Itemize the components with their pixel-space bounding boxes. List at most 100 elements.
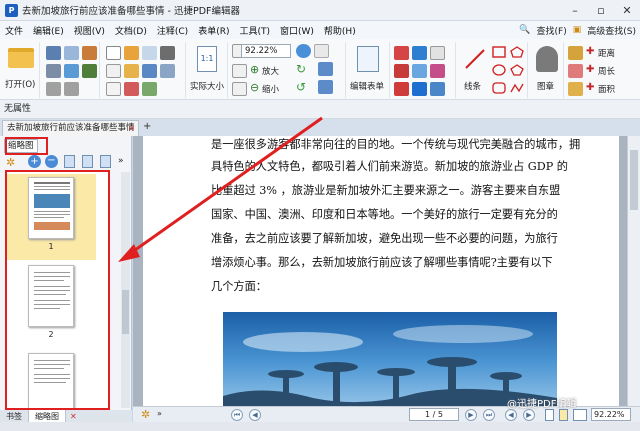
menu-edit[interactable]: 编辑(E) xyxy=(28,24,69,37)
menu-help[interactable]: 帮助(H) xyxy=(319,24,361,37)
zoom-in-icon[interactable] xyxy=(296,44,311,58)
note-icon[interactable] xyxy=(412,64,427,78)
export-icon[interactable] xyxy=(82,64,97,78)
attach-file-icon[interactable] xyxy=(430,64,445,78)
settings-icon[interactable]: ✲ xyxy=(141,408,150,421)
zoom-status-select[interactable]: 92.22% xyxy=(591,408,631,421)
new-doc-icon[interactable] xyxy=(82,46,97,60)
save-as-icon[interactable] xyxy=(64,46,79,60)
advanced-find-button[interactable]: 高级查找(S) xyxy=(587,24,636,37)
actual-size-icon[interactable]: 1:1 xyxy=(197,46,217,72)
edit-form-icon[interactable] xyxy=(357,46,379,72)
pencil-icon[interactable] xyxy=(568,46,583,60)
actual-size-button[interactable]: 实际大小 xyxy=(190,80,224,92)
more-icon[interactable]: » xyxy=(118,156,124,166)
menu-file[interactable]: 文件 xyxy=(0,24,28,37)
expand-icon[interactable]: » xyxy=(157,409,162,418)
extract-page-icon[interactable] xyxy=(82,155,93,168)
camera-icon[interactable] xyxy=(160,46,175,60)
find-button[interactable]: 查找(F) xyxy=(537,24,567,37)
select-object-icon[interactable] xyxy=(142,64,157,78)
rotate-left-icon[interactable]: ↺ xyxy=(296,80,306,94)
menu-tools[interactable]: 工具(T) xyxy=(234,24,275,37)
strikeout-icon[interactable] xyxy=(412,82,427,96)
zoom-select[interactable]: 92.22% xyxy=(241,44,291,58)
text-box-icon[interactable] xyxy=(412,46,427,60)
rotate-icon[interactable]: ↻ xyxy=(296,62,306,76)
hand-tool-icon[interactable] xyxy=(106,46,121,60)
scroll-thumb[interactable] xyxy=(630,150,638,210)
email-icon[interactable] xyxy=(64,64,79,78)
attach-tool-icon[interactable] xyxy=(142,82,157,96)
folder-icon[interactable] xyxy=(8,48,34,68)
fit-visible-icon[interactable] xyxy=(232,82,247,96)
page-number-input[interactable]: 1 / 5 xyxy=(409,408,459,421)
edit-text-icon[interactable] xyxy=(124,46,139,60)
document-scrollbar[interactable] xyxy=(627,136,640,406)
add-page-icon[interactable]: + xyxy=(28,155,41,168)
fit-width-icon[interactable] xyxy=(232,64,247,78)
eraser-icon[interactable] xyxy=(568,64,583,78)
select-tool-icon[interactable] xyxy=(106,64,121,78)
sound-icon[interactable] xyxy=(430,82,445,96)
zoom-in-button[interactable]: 放大 xyxy=(262,65,279,77)
menu-comment[interactable]: 注释(C) xyxy=(152,24,193,37)
polyline-icon[interactable] xyxy=(510,82,524,94)
polygon-icon[interactable] xyxy=(510,46,524,58)
thumbnail-scrollbar[interactable] xyxy=(121,172,130,408)
distance-button[interactable]: 距离 xyxy=(598,47,615,59)
scroll-thumb[interactable] xyxy=(122,290,129,334)
typewriter-icon[interactable] xyxy=(394,46,409,60)
line-icon[interactable] xyxy=(464,48,486,70)
redo-icon[interactable] xyxy=(64,82,79,96)
rectangle-icon[interactable] xyxy=(492,46,506,58)
rounded-rect-icon[interactable] xyxy=(492,82,506,94)
select-text-icon[interactable] xyxy=(124,64,139,78)
prev-page-button[interactable]: ◀ xyxy=(249,409,261,421)
close-button[interactable]: ✕ xyxy=(614,0,640,21)
menu-form[interactable]: 表单(R) xyxy=(193,24,234,37)
line-button[interactable]: 线条 xyxy=(464,80,481,92)
single-page-icon[interactable] xyxy=(545,409,554,421)
menu-view[interactable]: 视图(V) xyxy=(69,24,110,37)
zoom-out-button[interactable]: 缩小 xyxy=(262,83,279,95)
tab-close-icon[interactable]: ✕ xyxy=(128,121,135,136)
perimeter-button[interactable]: 周长 xyxy=(598,65,615,77)
forward-button[interactable]: ▶ xyxy=(523,409,535,421)
last-page-button[interactable]: ⏭ xyxy=(483,409,495,421)
minimize-button[interactable]: – xyxy=(562,0,588,21)
first-page-button[interactable]: ⏮ xyxy=(231,409,243,421)
brush-icon[interactable] xyxy=(568,82,583,96)
link-tool-icon[interactable] xyxy=(124,82,139,96)
crop-icon[interactable] xyxy=(160,64,175,78)
continuous-icon[interactable] xyxy=(318,80,333,94)
page-layout-icon[interactable] xyxy=(318,62,333,76)
stamp-icon[interactable] xyxy=(536,46,558,72)
continuous-page-icon[interactable] xyxy=(559,409,568,421)
gear-icon[interactable]: ✲ xyxy=(6,156,15,169)
insert-page-icon[interactable] xyxy=(64,155,75,168)
menu-document[interactable]: 文档(D) xyxy=(110,24,152,37)
ellipse-icon[interactable] xyxy=(492,64,506,76)
zoom-menu-icon[interactable] xyxy=(314,44,329,58)
open-button[interactable]: 打开(O) xyxy=(5,78,35,90)
stamp-button[interactable]: 图章 xyxy=(537,80,554,92)
undo-icon[interactable] xyxy=(46,82,61,96)
facing-page-icon[interactable] xyxy=(573,409,587,421)
edit-form-button[interactable]: 编辑表单 xyxy=(350,80,384,92)
next-page-button[interactable]: ▶ xyxy=(465,409,477,421)
snapshot-icon[interactable] xyxy=(142,46,157,60)
callout-icon[interactable] xyxy=(430,46,445,60)
back-button[interactable]: ◀ xyxy=(505,409,517,421)
new-tab-button[interactable]: + xyxy=(143,121,151,132)
rotate-page-icon[interactable] xyxy=(100,155,111,168)
document-tab[interactable]: 去新加坡旅行前应该准备哪些事情 ✕ xyxy=(2,120,139,136)
pentagon-icon[interactable] xyxy=(510,64,524,76)
maximize-button[interactable]: ▫ xyxy=(588,0,614,21)
zoom-tool-icon[interactable] xyxy=(106,82,121,96)
area-button[interactable]: 面积 xyxy=(598,83,615,95)
print-icon[interactable] xyxy=(46,64,61,78)
save-icon[interactable] xyxy=(46,46,61,60)
menu-window[interactable]: 窗口(W) xyxy=(275,24,319,37)
delete-page-icon[interactable]: − xyxy=(45,155,58,168)
